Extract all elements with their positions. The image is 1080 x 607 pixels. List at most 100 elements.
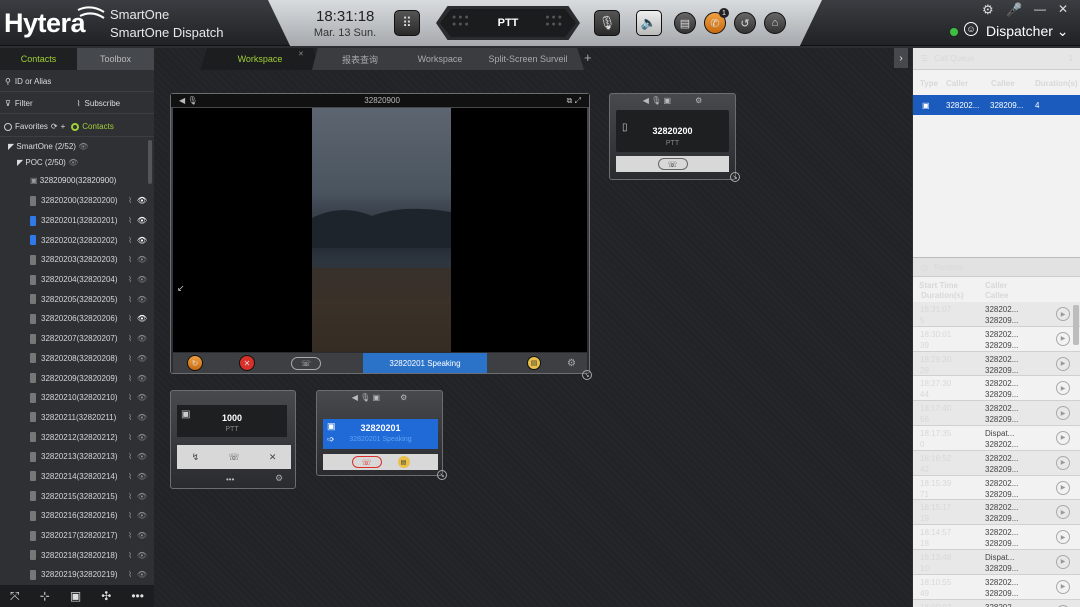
contact-item[interactable]: 32820201(32820201) ⌇ 👁 <box>0 211 152 231</box>
subscribe-icon[interactable]: ⌇ <box>128 374 132 383</box>
tab-close-icon[interactable]: ✕ <box>298 50 304 58</box>
contact-item[interactable]: 32820203(32820203) ⌇ 👁 <box>0 250 152 270</box>
eye-icon[interactable]: 👁 <box>137 314 147 323</box>
recent-row[interactable]: 18:17:35 0 Dispat... 328202... ▶ <box>913 426 1080 451</box>
contact-item[interactable]: 32820214(32820214) ⌇ 👁 <box>0 467 152 487</box>
recent-row[interactable]: 18:15:17 19 328202... 328209... ▶ <box>913 500 1080 526</box>
contact-item[interactable]: 32820208(32820208) ⌇ 👁 <box>0 349 152 369</box>
video-actions[interactable]: ⧉ ⤢ <box>567 96 581 106</box>
add-tab-button[interactable]: + <box>584 50 592 65</box>
ptt-button[interactable]: ●●● ●●● PTT ●●● ●●● <box>436 6 580 40</box>
recent-row[interactable]: 18:14:57 18 328202... 328209... ▶ <box>913 525 1080 550</box>
alarm-icon[interactable]: ⌂ <box>764 12 786 34</box>
subscribe-icon[interactable]: ⌇ <box>128 551 132 560</box>
subscribe-icon[interactable]: ⌇ <box>128 334 132 343</box>
hangup-icon[interactable]: ☏ <box>657 158 688 170</box>
col-caller[interactable]: Caller <box>985 281 1007 290</box>
tree-group[interactable]: ◤ POC (2/50) 👁 <box>17 158 78 167</box>
window-resize-icon[interactable]: ↘ <box>730 172 740 182</box>
col-duration[interactable]: Duration(s) <box>921 291 964 300</box>
eye-icon[interactable]: 👁 <box>137 472 147 481</box>
eye-icon[interactable]: 👁 <box>137 216 147 225</box>
eye-icon[interactable]: 👁 <box>137 551 147 560</box>
contact-scrollbar[interactable] <box>148 140 152 184</box>
group-item[interactable]: ▣ 32820900(32820900) <box>30 176 116 185</box>
eye-icon[interactable]: 👁 <box>137 452 147 461</box>
recent-row[interactable]: 18:30:01 39 328202... 328209... ▶ <box>913 327 1080 352</box>
subscribe-icon[interactable]: ⌇ <box>128 275 132 284</box>
contact-item[interactable]: 32820217(32820217) ⌇ 👁 <box>0 526 152 546</box>
eye-icon[interactable]: 👁 <box>137 354 147 363</box>
recent-row[interactable]: 18:10:55 49 328202... 328209... ▶ <box>913 575 1080 600</box>
filter-button[interactable]: Filter <box>15 99 33 108</box>
add-icon[interactable]: + <box>61 122 66 131</box>
eye-icon[interactable]: 👁 <box>137 393 147 402</box>
mic-status-icon[interactable]: 🎤 <box>1006 2 1022 18</box>
more-icon[interactable]: ••• <box>131 589 144 603</box>
col-duration[interactable]: Duration(s) <box>1035 79 1078 88</box>
col-start-time[interactable]: Start Time <box>919 281 958 290</box>
end-call-icon[interactable]: ✕ <box>239 355 255 371</box>
eye-icon[interactable]: 👁 <box>137 570 147 579</box>
subscribe-icon[interactable]: ⌇ <box>128 236 132 245</box>
subscribe-icon[interactable]: ⌇ <box>128 511 132 520</box>
search-input[interactable]: ⚲ ID or Alias <box>0 72 154 92</box>
tab-toolbox[interactable]: Toolbox <box>77 48 154 70</box>
contact-item[interactable]: 32820200(32820200) ⌇ 👁 <box>0 191 152 211</box>
subscribe-icon[interactable]: ⌇ <box>128 433 132 442</box>
eye-icon[interactable]: 👁 <box>137 255 147 264</box>
call-queue-row[interactable]: ▣ 328202... 328209... 4 <box>913 95 1080 115</box>
contact-item[interactable]: 32820209(32820209) ⌇ 👁 <box>0 368 152 388</box>
subscribe-icon[interactable]: ⌇ <box>128 472 132 481</box>
eye-icon[interactable]: 👁 <box>137 413 147 422</box>
record-icon[interactable]: ▤ <box>397 456 410 468</box>
speaker-icon[interactable]: 🔈 <box>636 10 662 36</box>
microphone-icon[interactable]: 🎙 <box>594 10 620 36</box>
play-icon[interactable]: ▶ <box>1056 480 1070 495</box>
play-icon[interactable]: ▶ <box>1056 530 1070 545</box>
recent-row[interactable]: 18:09:02328202...▶ <box>913 599 1080 607</box>
minimize-button[interactable]: — <box>1034 2 1046 16</box>
refresh-icon[interactable]: ⟳ <box>51 122 58 131</box>
contacts-radio[interactable] <box>71 122 80 131</box>
subscribe-icon[interactable]: ⌇ <box>128 492 132 501</box>
end-call-icon[interactable]: ☏ <box>351 456 382 468</box>
recent-row[interactable]: 18:15:39 71 328202... 328209... ▶ <box>913 476 1080 501</box>
recent-row[interactable]: 18:29:30 29 328202... 328209... ▶ <box>913 351 1080 377</box>
col-callee[interactable]: Callee <box>991 79 1015 88</box>
subscribe-icon[interactable]: ⌇ <box>128 452 132 461</box>
recents-scrollbar[interactable] <box>1073 305 1079 345</box>
expand-icon[interactable]: ✣ <box>101 589 111 603</box>
subscribe-icon[interactable]: ⌇ <box>128 531 132 540</box>
subscribe-button[interactable]: Subscribe <box>85 99 121 108</box>
eye-icon[interactable]: 👁 <box>137 334 147 343</box>
subscribe-icon[interactable]: ⌇ <box>128 413 132 422</box>
contact-item[interactable]: 32820213(32820213) ⌇ 👁 <box>0 447 152 467</box>
contact-item[interactable]: 32820219(32820219) ⌇ 👁 <box>0 565 152 585</box>
eye-icon[interactable]: 👁 <box>68 158 78 167</box>
eye-icon[interactable]: 👁 <box>137 196 147 205</box>
col-type[interactable]: Type <box>920 79 938 88</box>
contact-item[interactable]: 32820206(32820206) ⌇ 👁 <box>0 309 152 329</box>
monitor-icon[interactable]: ▣ <box>70 589 81 603</box>
contact-item[interactable]: 32820216(32820216) ⌇ 👁 <box>0 506 152 526</box>
recent-row[interactable]: 18:13:48 10 Dispat... 328209... ▶ <box>913 549 1080 575</box>
recent-row[interactable]: 18:17:40 56 328202... 328209... ▶ <box>913 401 1080 426</box>
eye-icon[interactable]: 👁 <box>137 433 147 442</box>
eye-icon[interactable]: 👁 <box>137 511 147 520</box>
play-icon[interactable]: ▶ <box>1056 406 1070 421</box>
settings-icon[interactable]: ⚙ <box>400 393 407 402</box>
recent-row[interactable]: 18:27:30 44 328202... 328209... ▶ <box>913 376 1080 402</box>
eye-icon[interactable]: 👁 <box>78 142 88 151</box>
play-icon[interactable]: ▶ <box>1056 307 1070 321</box>
recent-row[interactable]: 18:16:52 42 328202... 328209... ▶ <box>913 450 1080 476</box>
recent-row[interactable]: 18:31:07 5 328202... 328209... ▶ <box>913 302 1080 327</box>
play-icon[interactable]: ▶ <box>1056 381 1070 396</box>
contact-item[interactable]: 32820202(32820202) ⌇ 👁 <box>0 230 152 250</box>
subscribe-icon[interactable]: ⌇ <box>128 314 132 323</box>
subscribe-icon[interactable]: ⌇ <box>128 196 132 205</box>
contact-item[interactable]: 32820212(32820212) ⌇ 👁 <box>0 427 152 447</box>
hangup-icon[interactable]: ☏ <box>228 452 239 463</box>
eye-icon[interactable]: 👁 <box>137 275 147 284</box>
contact-item[interactable]: 32820204(32820204) ⌇ 👁 <box>0 270 152 290</box>
